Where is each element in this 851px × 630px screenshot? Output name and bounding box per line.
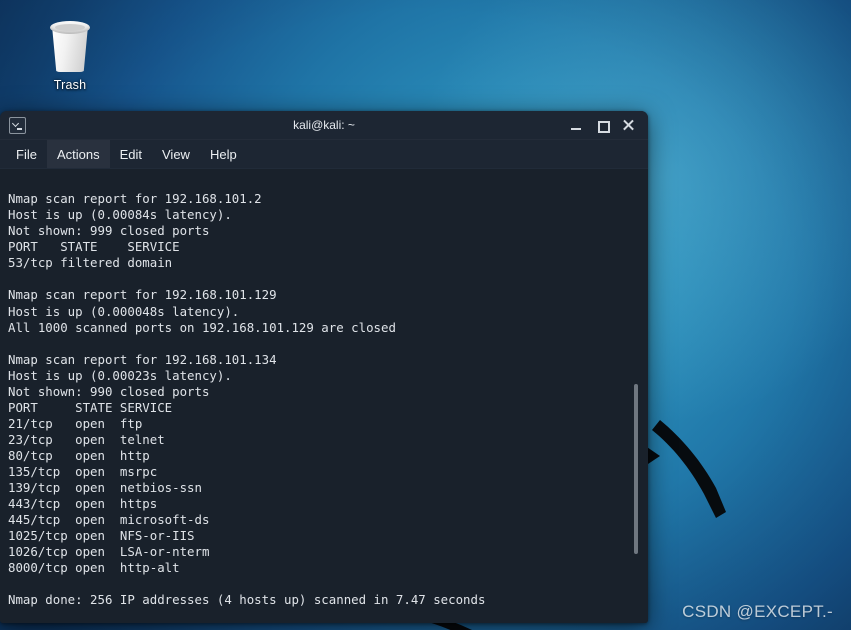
terminal-scrollbar[interactable] bbox=[632, 169, 640, 623]
desktop-icon-label: Trash bbox=[53, 78, 87, 92]
terminal-icon bbox=[9, 116, 26, 134]
window-title: kali@kali: ~ bbox=[293, 118, 355, 132]
menu-item-help[interactable]: Help bbox=[200, 140, 247, 168]
terminal-body[interactable]: Nmap scan report for 192.168.101.2 Host … bbox=[0, 169, 648, 623]
desktop-icon-trash[interactable]: Trash bbox=[36, 14, 104, 92]
scrollbar-thumb[interactable] bbox=[634, 384, 638, 554]
desktop-screen: Trash kali@kali: ~ File Actions Edit Vie… bbox=[0, 0, 851, 630]
trash-icon bbox=[49, 20, 91, 72]
terminal-window[interactable]: kali@kali: ~ File Actions Edit View Help… bbox=[0, 111, 648, 623]
menu-item-edit[interactable]: Edit bbox=[110, 140, 152, 168]
terminal-output: Nmap scan report for 192.168.101.2 Host … bbox=[8, 191, 486, 607]
minimize-icon[interactable] bbox=[569, 118, 584, 133]
menu-item-view[interactable]: View bbox=[152, 140, 200, 168]
close-icon[interactable] bbox=[621, 118, 636, 133]
menu-item-actions[interactable]: Actions bbox=[46, 140, 110, 168]
trash-lid bbox=[50, 21, 90, 34]
window-controls bbox=[569, 118, 648, 133]
terminal-titlebar[interactable]: kali@kali: ~ bbox=[0, 111, 648, 140]
terminal-menubar: File Actions Edit View Help bbox=[0, 140, 648, 169]
maximize-icon[interactable] bbox=[595, 118, 610, 133]
menu-item-file[interactable]: File bbox=[6, 140, 47, 168]
